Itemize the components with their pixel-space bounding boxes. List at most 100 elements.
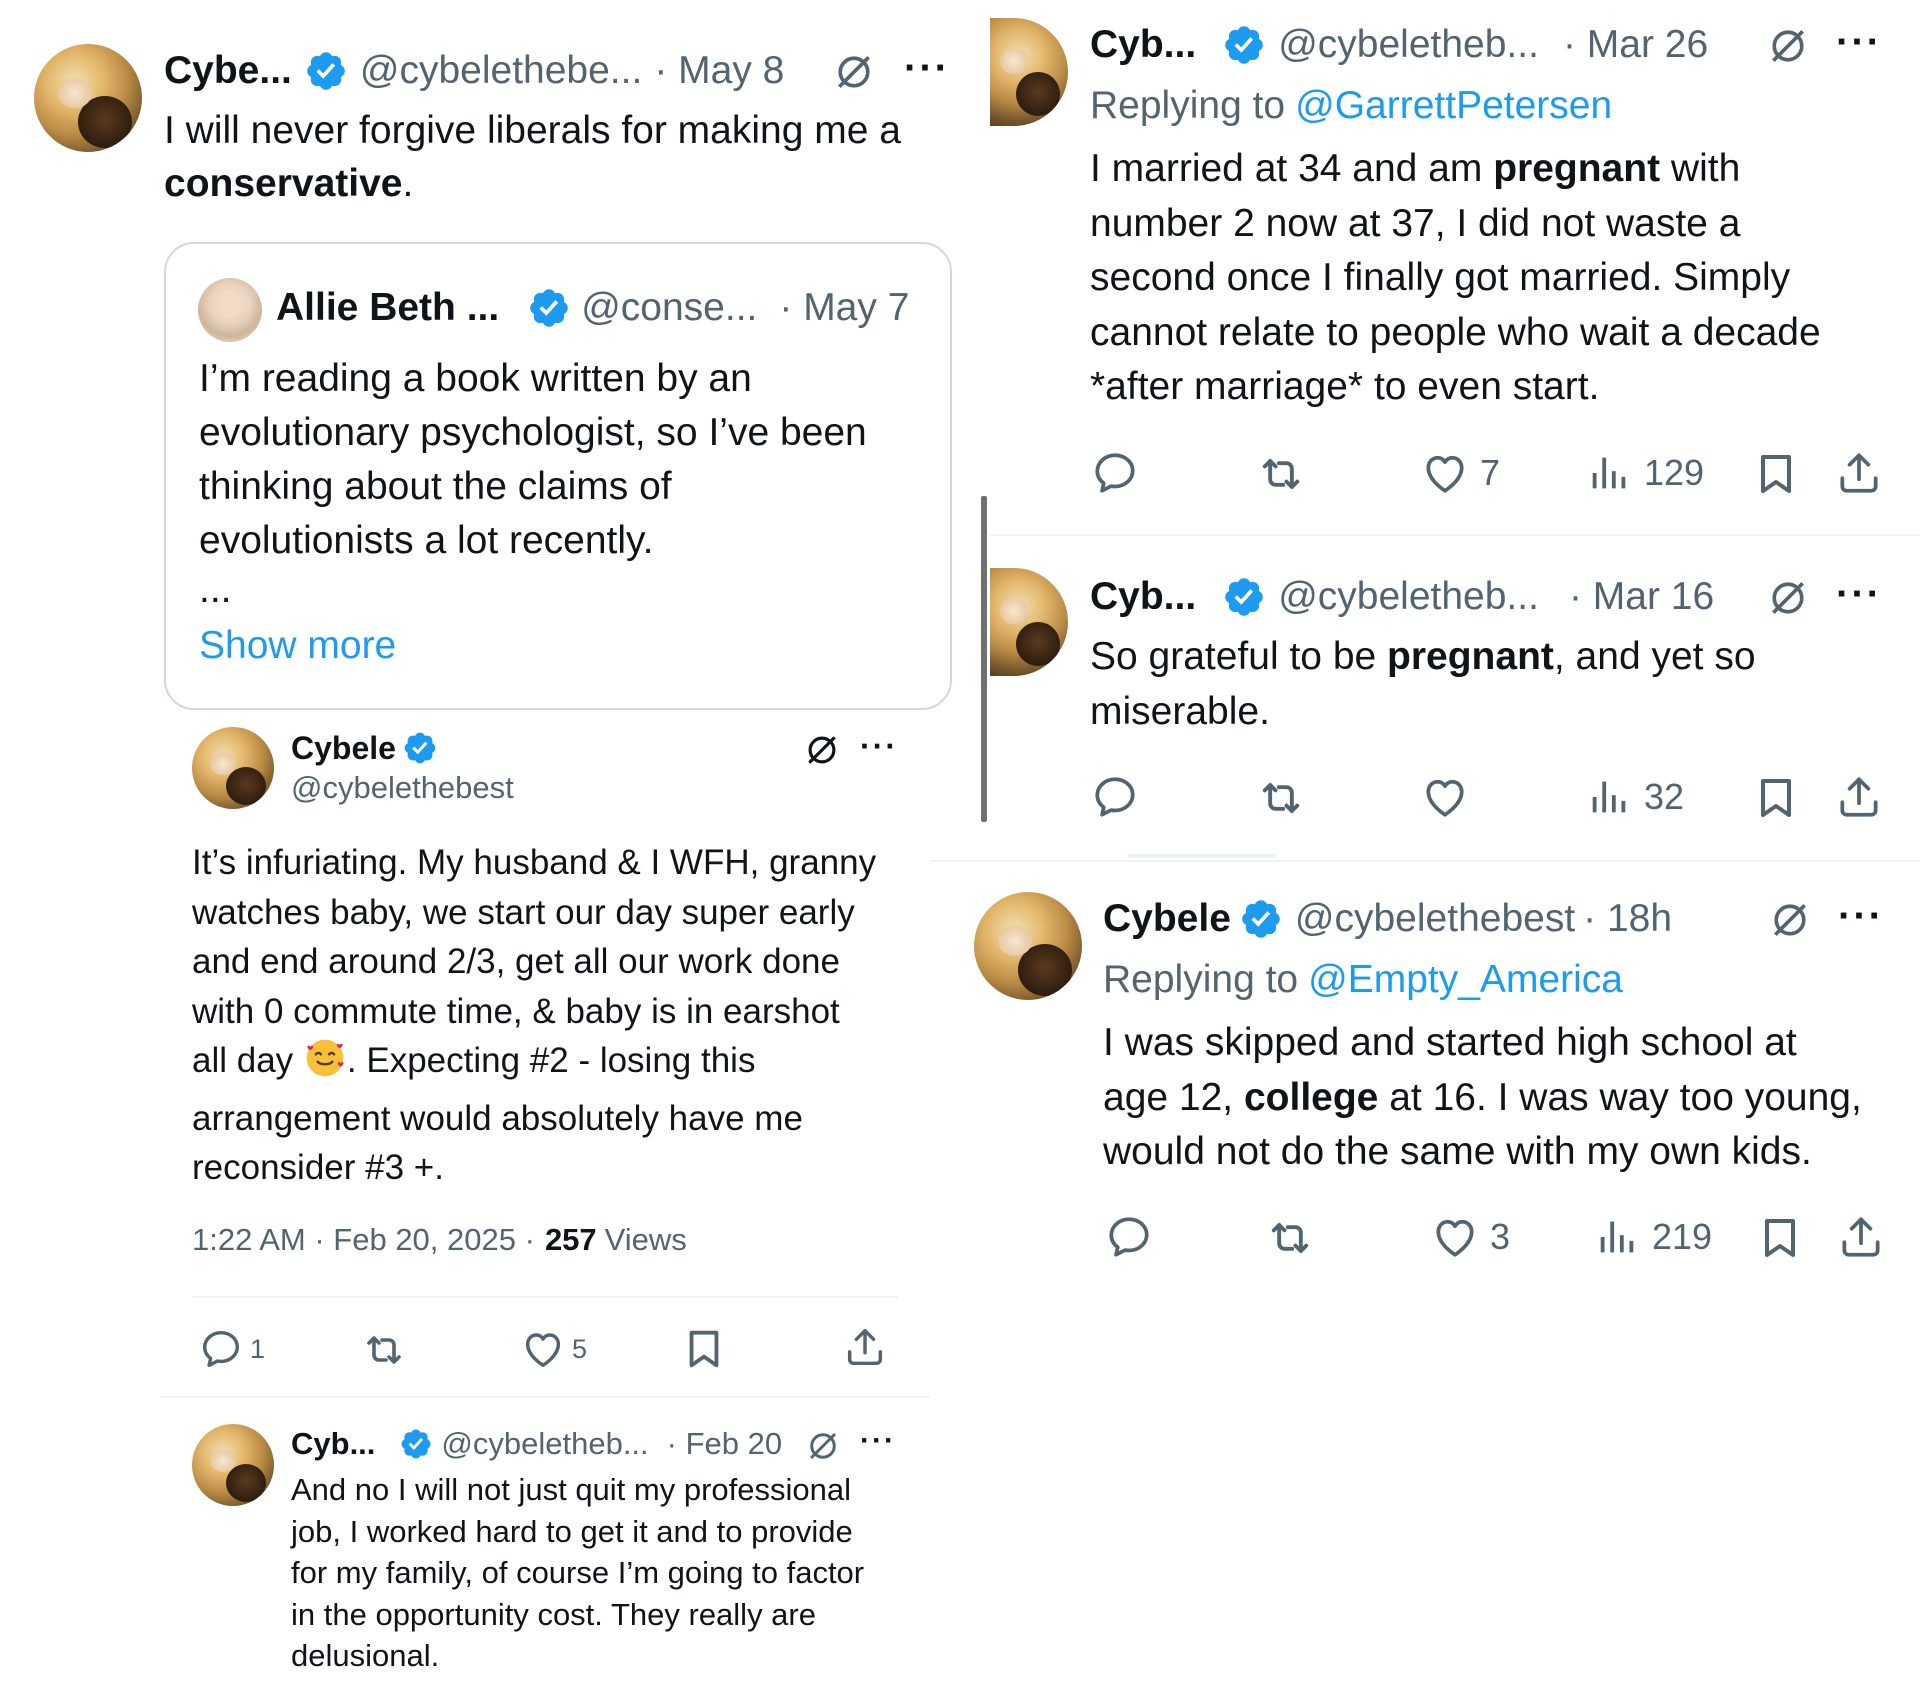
tweet-header: Cybele [291,728,438,768]
like-icon [1420,772,1470,822]
like-button[interactable] [1420,772,1470,822]
avatar[interactable] [990,568,1068,676]
tweet-text: It’s infuriating. My husband & I WFH, gr… [192,843,877,1187]
more-icon[interactable]: ··· [1836,20,1882,65]
avatar[interactable] [198,278,262,342]
grok-icon[interactable] [803,731,841,774]
timestamp[interactable]: · May 7 [779,286,909,330]
smiling-face-with-hearts-icon [303,1036,347,1094]
tweet-header: Cyb... @cybeletheb... · Mar 16 [1090,574,1714,620]
handle[interactable]: @conse... [581,286,757,330]
handle[interactable]: @cybelethebest [1295,897,1575,941]
more-icon[interactable]: ··· [1838,894,1884,939]
timestamp[interactable]: · May 8 [654,49,784,93]
grok-icon[interactable] [1768,898,1812,947]
display-name[interactable]: Cybele [1103,897,1231,941]
quoted-tweet-header: Allie Beth ... @conse... · May 7 [276,285,909,331]
share-button[interactable] [1834,772,1884,822]
bookmark-button[interactable] [1752,450,1800,498]
like-button[interactable]: 3 [1430,1212,1510,1262]
views-button[interactable]: 219 [1594,1214,1712,1260]
like-icon [1420,448,1470,498]
bookmark-icon [681,1326,727,1372]
reply-button[interactable] [1104,1212,1154,1262]
verified-badge-icon [1222,575,1266,619]
share-button[interactable] [1836,1212,1886,1262]
handle[interactable]: @cybeletheb... [441,1426,648,1462]
more-icon[interactable]: ··· [860,1424,896,1458]
views-label: Views [604,1222,687,1257]
retweet-icon [1264,1212,1316,1264]
timestamp[interactable]: · Feb 20 [667,1426,782,1462]
verified-badge-icon [304,49,348,93]
avatar[interactable] [974,892,1082,1000]
like-button[interactable]: 7 [1420,448,1500,498]
views-button[interactable]: 32 [1586,774,1684,820]
share-icon [1836,1212,1886,1262]
share-button[interactable] [842,1324,888,1370]
avatar[interactable] [192,1424,274,1506]
timestamp[interactable]: · Mar 16 [1569,575,1714,619]
tab-indicator [1128,854,1276,858]
divider [930,860,1920,862]
share-icon [1834,772,1884,822]
retweet-button[interactable] [1255,772,1307,824]
bookmark-button[interactable] [1752,774,1800,822]
show-more-link[interactable]: Show more [199,624,396,668]
grok-icon[interactable] [805,1428,841,1469]
display-name[interactable]: Allie Beth ... [276,286,499,330]
reply-icon [1090,772,1140,822]
avatar[interactable] [990,18,1068,126]
handle[interactable]: @cybelethebest [291,770,514,806]
display-name[interactable]: Cybe... [164,49,292,93]
tweet-timestamp[interactable]: 1:22 AM · Feb 20, 2025 · [192,1222,535,1258]
grok-icon[interactable] [832,50,876,99]
handle[interactable]: @cybeletheb... [1278,575,1539,619]
tweet-header: Cyb... @cybeletheb... · Mar 26 [1090,22,1708,68]
reply-button[interactable] [1090,448,1140,498]
display-name[interactable]: Cyb... [1090,23,1196,67]
more-icon[interactable]: ··· [860,728,898,765]
quoted-tweet-text: I’m reading a book written by an evoluti… [199,357,867,611]
retweet-button[interactable] [360,1326,408,1374]
bookmark-icon [1756,1214,1804,1262]
tweet-text: I married at 34 and am pregnant with num… [1090,147,1821,408]
handle[interactable]: @cybeletheb... [1278,23,1539,67]
more-icon[interactable]: ··· [1836,572,1882,617]
reply-icon [1104,1212,1154,1262]
reply-to-link[interactable]: @GarrettPetersen [1295,84,1612,128]
reply-count: 1 [250,1333,266,1364]
divider [160,1396,930,1398]
display-name[interactable]: Cyb... [1090,575,1196,619]
retweet-button[interactable] [1264,1212,1316,1264]
share-button[interactable] [1834,448,1884,498]
views-count: 129 [1644,452,1705,493]
tweet-text: So grateful to be pregnant, and yet so m… [1090,635,1756,733]
reply-button[interactable] [1090,772,1140,822]
verified-badge-icon [402,730,438,766]
avatar[interactable] [192,727,274,809]
timestamp[interactable]: · 18h [1583,897,1672,941]
tweet-text: I will never forgive liberals for making… [164,109,901,205]
more-icon[interactable]: ··· [904,46,950,91]
retweet-button[interactable] [1255,448,1307,500]
grok-icon[interactable] [1766,24,1810,73]
reply-button[interactable]: 1 [198,1326,265,1372]
display-name[interactable]: Cyb... [291,1426,375,1462]
reply-icon [1090,448,1140,498]
avatar[interactable] [34,44,142,152]
handle[interactable]: @cybelethebe... [360,49,642,93]
reply-to-link[interactable]: @Empty_America [1308,958,1623,1002]
display-name[interactable]: Cybele [291,730,396,767]
grok-icon[interactable] [1766,576,1810,625]
views-button[interactable]: 129 [1586,450,1704,496]
scroll-indicator[interactable] [981,496,987,822]
views-icon [1594,1214,1640,1260]
timestamp[interactable]: · Mar 26 [1563,23,1708,67]
verified-badge-icon [527,286,571,330]
bookmark-button[interactable] [681,1326,727,1372]
tweet-text: And no I will not just quit my professio… [291,1472,865,1673]
views-icon [1586,450,1632,496]
bookmark-button[interactable] [1756,1214,1804,1262]
like-button[interactable]: 5 [520,1326,587,1372]
